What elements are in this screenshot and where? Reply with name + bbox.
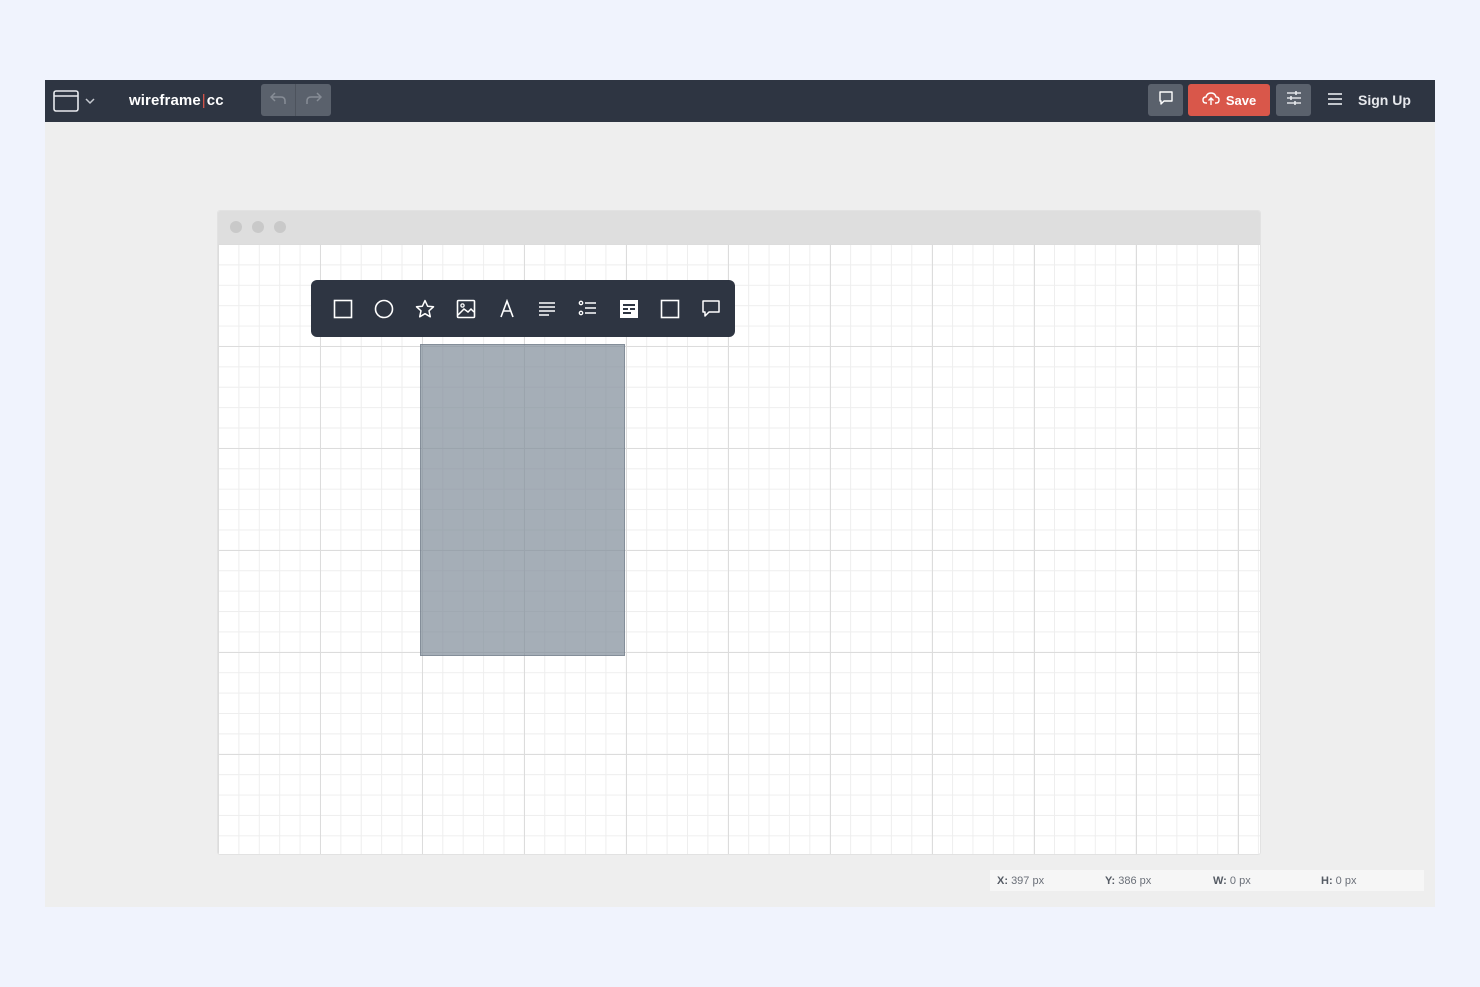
main-menu-button[interactable] <box>1325 91 1345 111</box>
top-bar: wireframe|cc Save Sign Up <box>45 80 1435 122</box>
tool-text[interactable] <box>486 289 527 329</box>
chevron-down-icon <box>85 97 95 105</box>
tool-paragraph[interactable] <box>527 289 568 329</box>
box-icon <box>660 299 680 319</box>
status-h: H: 0 px <box>1321 875 1356 887</box>
tool-rectangle[interactable] <box>323 289 364 329</box>
speech-bubble-icon <box>701 299 721 319</box>
logo-separator: | <box>201 92 206 109</box>
save-button[interactable]: Save <box>1188 84 1270 116</box>
canvas-frame <box>217 210 1261 855</box>
status-h-label: H: <box>1321 875 1333 887</box>
sliders-icon <box>1286 90 1302 111</box>
app-window: wireframe|cc Save Sign Up X: 397 px Y: 3… <box>45 80 1435 907</box>
canvas-rectangle-shape[interactable] <box>420 344 625 656</box>
frame-dot-icon <box>230 221 242 233</box>
tool-star[interactable] <box>405 289 446 329</box>
sign-up-link[interactable]: Sign Up <box>1358 92 1411 108</box>
status-h-value: 0 px <box>1335 875 1357 887</box>
tool-browser-block[interactable] <box>609 289 650 329</box>
tool-image[interactable] <box>445 289 486 329</box>
status-y-value: 386 px <box>1118 875 1152 887</box>
tool-callout[interactable] <box>690 289 731 329</box>
image-icon <box>456 299 476 319</box>
redo-icon <box>305 91 322 110</box>
text-icon <box>497 298 517 319</box>
frame-dot-icon <box>274 221 286 233</box>
cloud-upload-icon <box>1202 91 1220 109</box>
browser-block-icon <box>619 299 639 319</box>
comment-icon <box>1158 90 1174 111</box>
tool-box[interactable] <box>649 289 690 329</box>
circle-icon <box>374 299 394 319</box>
status-bar: X: 397 px Y: 386 px W: 0 px H: 0 px <box>990 870 1424 891</box>
status-y-label: Y: <box>1105 875 1116 887</box>
window-menu-button[interactable] <box>53 89 95 113</box>
status-x: X: 397 px <box>997 875 1044 887</box>
frame-dot-icon <box>252 221 264 233</box>
shape-toolbar <box>311 280 735 337</box>
square-icon <box>333 299 353 319</box>
status-x-label: X: <box>997 875 1008 887</box>
align-left-icon <box>537 299 557 319</box>
hamburger-icon <box>1327 92 1343 111</box>
status-y: Y: 386 px <box>1105 875 1151 887</box>
history-controls <box>261 84 331 116</box>
save-label: Save <box>1225 92 1257 108</box>
frame-title-bar <box>218 211 1260 244</box>
status-x-value: 397 px <box>1011 875 1045 887</box>
comments-button[interactable] <box>1148 84 1183 116</box>
star-icon <box>415 299 435 319</box>
list-icon <box>578 299 598 319</box>
redo-button[interactable] <box>296 84 331 116</box>
logo-suffix: cc <box>206 92 224 109</box>
logo-main: wireframe <box>129 92 201 109</box>
app-logo: wireframe|cc <box>129 92 224 109</box>
settings-button[interactable] <box>1276 84 1311 116</box>
browser-window-icon <box>53 90 79 112</box>
status-w-value: 0 px <box>1229 875 1251 887</box>
status-w: W: 0 px <box>1213 875 1251 887</box>
tool-list[interactable] <box>568 289 609 329</box>
tool-circle[interactable] <box>364 289 405 329</box>
undo-icon <box>269 91 286 110</box>
status-w-label: W: <box>1213 875 1227 887</box>
undo-button[interactable] <box>261 84 296 116</box>
